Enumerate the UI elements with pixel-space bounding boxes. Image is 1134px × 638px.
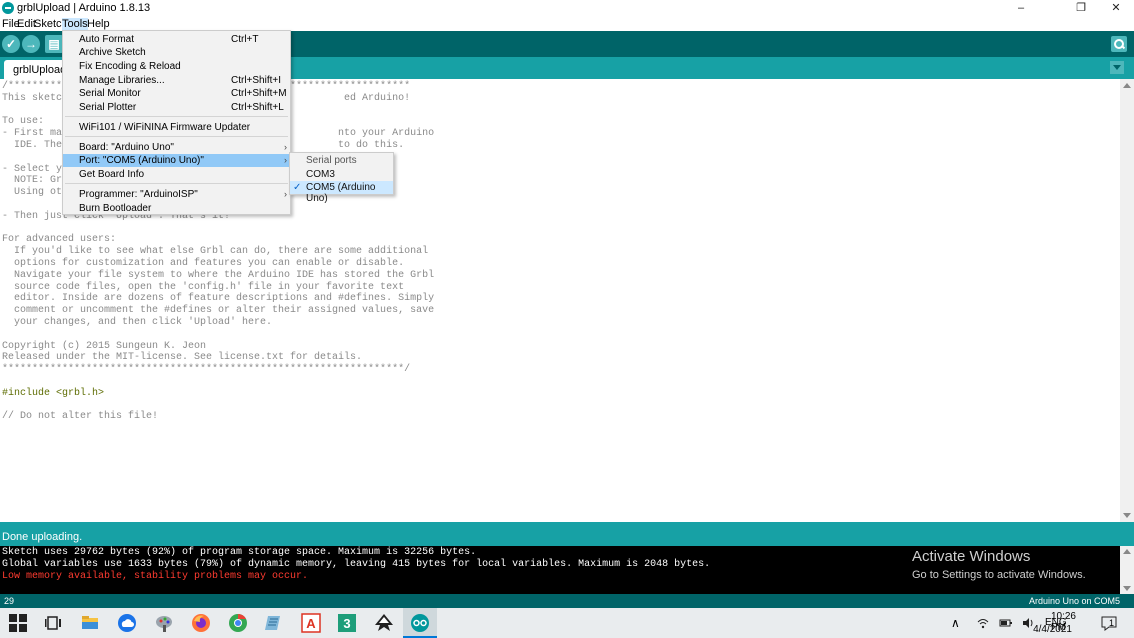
firefox-icon[interactable] — [191, 613, 211, 633]
battery-icon[interactable] — [999, 617, 1013, 629]
tools-dropdown-menu: Auto Format Ctrl+T Archive Sketch Fix Enc… — [62, 30, 291, 215]
arduino-app-icon — [2, 2, 14, 14]
submenu-arrow-icon: › — [284, 142, 287, 152]
restore-icon: ❐ — [1076, 2, 1086, 14]
watermark-subtitle: Go to Settings to activate Windows. — [912, 569, 1086, 581]
activate-windows-watermark: Activate Windows Go to Settings to activ… — [912, 548, 1086, 581]
arduino-taskbar-icon[interactable] — [410, 613, 430, 633]
menu-item-port[interactable]: Port: "COM5 (Arduino Uno)" › — [63, 154, 290, 167]
editor-scrollbar[interactable] — [1120, 79, 1134, 522]
cloud-app-icon[interactable] — [117, 613, 137, 633]
windows-start-icon[interactable] — [9, 614, 27, 632]
console-output[interactable]: Sketch uses 29762 bytes (92%) of program… — [0, 546, 1134, 594]
menu-item-get-board-info[interactable]: Get Board Info — [63, 168, 290, 181]
code-line: editor. Inside are dozens of feature des… — [2, 293, 435, 305]
check-icon: ✓ — [5, 37, 17, 51]
menu-item-programmer[interactable]: Programmer: "ArduinoISP" › — [63, 188, 290, 201]
windows-taskbar: A 3 ∧ ENG 10:26 PM 4/4/2021 1 — [0, 608, 1134, 638]
console-line: Global variables use 1633 bytes (79%) of… — [2, 559, 711, 570]
watermark-title: Activate Windows — [912, 548, 1031, 565]
inkscape-icon[interactable] — [374, 613, 394, 633]
code-line: Released under the MIT-license. See lice… — [2, 352, 363, 364]
arrow-right-icon: → — [25, 37, 37, 51]
verify-button[interactable]: ✓ — [2, 35, 20, 53]
code-line: Navigate your file system to where the A… — [2, 269, 435, 281]
status-bar: Done uploading. — [0, 522, 1134, 546]
menu-item-serial-monitor[interactable]: Serial Monitor Ctrl+Shift+M — [63, 87, 290, 100]
console-line-error: Low memory available, stability problems… — [2, 571, 309, 582]
menu-item-firmware-updater[interactable]: WiFi101 / WiFiNINA Firmware Updater — [63, 121, 290, 134]
scroll-down-icon[interactable] — [1123, 586, 1131, 591]
console-scrollbar[interactable] — [1120, 546, 1134, 594]
menu-item-auto-format[interactable]: Auto Format Ctrl+T — [63, 33, 290, 46]
chevron-up-icon[interactable]: ∧ — [951, 616, 960, 630]
menu-separator — [65, 136, 288, 137]
code-line: For advanced users: — [2, 234, 117, 246]
port-item-com3[interactable]: COM3 — [290, 168, 393, 181]
line-info-bar: 29 Arduino Uno on COM5 — [0, 594, 1134, 608]
menu-item-archive-sketch[interactable]: Archive Sketch — [63, 46, 290, 59]
checkmark-icon: ✓ — [293, 182, 302, 193]
code-line: If you'd like to see what else Grbl can … — [2, 246, 429, 258]
port-submenu: Serial ports COM3 ✓ COM5 (Arduino Uno) — [289, 152, 394, 204]
clock-date[interactable]: 4/4/2021 — [1033, 624, 1072, 635]
menu-tools[interactable]: Tools — [62, 18, 88, 30]
close-button[interactable]: ✕ — [1100, 0, 1132, 17]
new-button[interactable]: ▤ — [45, 35, 63, 53]
close-icon: ✕ — [1111, 2, 1121, 14]
code-line: #include <grbl.h> — [2, 387, 105, 399]
code-line: options for customization and features y… — [2, 257, 405, 269]
menu-item-manage-libraries[interactable]: Manage Libraries... Ctrl+Shift+I — [63, 74, 290, 87]
file-explorer-icon[interactable] — [80, 613, 100, 633]
status-text: Done uploading. — [2, 531, 83, 543]
tab-menu-button[interactable] — [1110, 61, 1124, 74]
notepad-icon[interactable] — [264, 613, 284, 633]
title-bar: grblUpload | Arduino 1.8.13 – ❐ ✕ — [0, 0, 1134, 17]
board-port-info: Arduino Uno on COM5 — [1028, 596, 1120, 606]
line-number: 29 — [4, 596, 15, 606]
port-menu-header: Serial ports — [306, 155, 357, 166]
paint-app-icon[interactable] — [154, 613, 174, 633]
scroll-down-icon[interactable] — [1123, 513, 1131, 518]
menu-help[interactable]: Help — [87, 18, 110, 30]
minimize-button[interactable]: – — [1005, 0, 1037, 17]
serial-monitor-button[interactable] — [1111, 36, 1127, 52]
svg-text:3: 3 — [343, 616, 350, 631]
app-3-icon[interactable]: 3 — [337, 613, 357, 633]
code-line: source code files, open the 'config.h' f… — [2, 281, 405, 293]
upload-button[interactable]: → — [22, 35, 40, 53]
menu-item-serial-plotter[interactable]: Serial Plotter Ctrl+Shift+L — [63, 101, 290, 114]
menu-item-fix-encoding[interactable]: Fix Encoding & Reload — [63, 60, 290, 73]
svg-text:A: A — [306, 616, 316, 631]
new-file-icon: ▤ — [48, 37, 60, 51]
window-title: grblUpload | Arduino 1.8.13 — [17, 2, 151, 14]
chrome-icon[interactable] — [228, 613, 248, 633]
menu-item-burn-bootloader[interactable]: Burn Bootloader — [63, 202, 290, 215]
console-line: Sketch uses 29762 bytes (92%) of program… — [2, 547, 477, 558]
restore-button[interactable]: ❐ — [1065, 0, 1097, 17]
menu-separator — [65, 183, 288, 184]
code-line: comment or uncomment the #defines or alt… — [2, 305, 435, 317]
submenu-arrow-icon: › — [284, 155, 287, 165]
code-line: ****************************************… — [2, 364, 411, 376]
wifi-icon[interactable] — [977, 617, 989, 629]
minimize-icon: – — [1017, 2, 1025, 14]
task-view-icon[interactable] — [44, 613, 64, 633]
code-line: Copyright (c) 2015 Sungeun K. Jeon — [2, 340, 207, 352]
port-item-com5[interactable]: ✓ COM5 (Arduino Uno) — [290, 181, 393, 204]
acrobat-icon[interactable]: A — [301, 613, 321, 633]
code-line: // Do not alter this file! — [2, 411, 159, 423]
menu-bar: File Edit Sketch Tools Help — [0, 17, 1134, 31]
notification-count: 1 — [1108, 618, 1114, 628]
menu-item-board[interactable]: Board: "Arduino Uno" › — [63, 141, 290, 154]
scroll-up-icon[interactable] — [1123, 549, 1131, 554]
code-line: your changes, and then click 'Upload' he… — [2, 316, 273, 328]
menu-separator — [65, 116, 288, 117]
submenu-arrow-icon: › — [284, 189, 287, 199]
scroll-up-icon[interactable] — [1123, 83, 1131, 88]
